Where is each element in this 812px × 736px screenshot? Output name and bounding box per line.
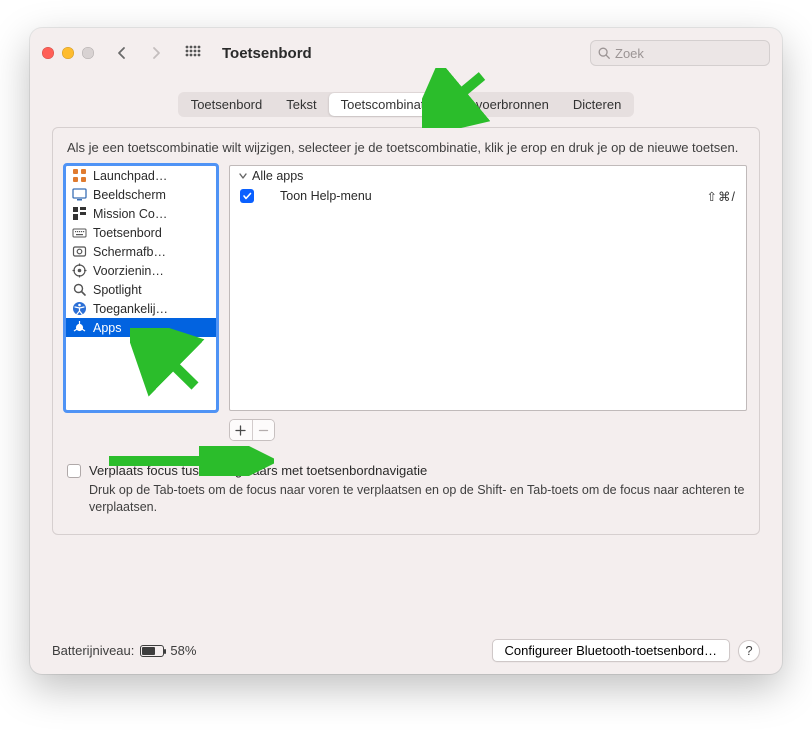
window-controls	[42, 47, 94, 59]
display-icon	[72, 187, 87, 202]
shortcut-row[interactable]: Toon Help-menu ⇧⌘/	[230, 186, 746, 206]
minimize-button[interactable]	[62, 47, 74, 59]
category-label: Beeldscherm	[93, 188, 166, 202]
instruction-text: Als je een toetscombinatie wilt wijzigen…	[67, 140, 745, 155]
category-toetsenbord[interactable]: Toetsenbord	[66, 223, 216, 242]
category-launchpad[interactable]: Launchpad…	[66, 166, 216, 185]
category-label: Toetsenbord	[93, 226, 162, 240]
category-mission-control[interactable]: Mission Co…	[66, 204, 216, 223]
keyboard-nav-label: Verplaats focus tussen regelaars met toe…	[89, 463, 427, 478]
shortcut-label: Toon Help-menu	[280, 189, 707, 203]
content: Toetsenbord Tekst Toetscombinaties Invoe…	[30, 92, 782, 551]
category-toegankelijkheid[interactable]: Toegankelij…	[66, 299, 216, 318]
window-title: Toetsenbord	[222, 45, 312, 62]
category-spotlight[interactable]: Spotlight	[66, 280, 216, 299]
close-button[interactable]	[42, 47, 54, 59]
battery-icon	[140, 645, 164, 657]
footer: Batterijniveau: 58% Configureer Bluetoot…	[52, 639, 760, 662]
toolbar: Toetsenbord	[30, 28, 782, 78]
category-apps[interactable]: Apps	[66, 318, 216, 337]
tab-toetsenbord[interactable]: Toetsenbord	[179, 93, 275, 116]
remove-button[interactable]	[252, 420, 274, 440]
keyboard-icon	[72, 225, 87, 240]
search-input[interactable]	[615, 46, 763, 61]
shortcut-group[interactable]: Alle apps	[230, 166, 746, 186]
zoom-button[interactable]	[82, 47, 94, 59]
tab-toetscombinaties[interactable]: Toetscombinaties	[329, 93, 453, 116]
accessibility-icon	[72, 301, 87, 316]
preferences-window: Toetsenbord Toetsenbord Tekst Toetscombi…	[30, 28, 782, 674]
category-label: Apps	[93, 321, 122, 335]
group-label: Alle apps	[252, 169, 303, 183]
keyboard-nav-checkbox[interactable]	[67, 464, 81, 478]
shortcut-keys: ⇧⌘/	[707, 189, 736, 204]
apps-icon	[72, 320, 87, 335]
help-button[interactable]: ?	[738, 640, 760, 662]
category-label: Spotlight	[93, 283, 142, 297]
search-field[interactable]	[590, 40, 770, 66]
category-label: Mission Co…	[93, 207, 167, 221]
tab-dicteren[interactable]: Dicteren	[561, 93, 633, 116]
tabbar: Toetsenbord Tekst Toetscombinaties Invoe…	[178, 92, 635, 117]
category-voorzieningen[interactable]: Voorzienin…	[66, 261, 216, 280]
launchpad-icon	[72, 168, 87, 183]
category-label: Toegankelij…	[93, 302, 168, 316]
category-label: Schermafb…	[93, 245, 166, 259]
chevron-down-icon	[238, 171, 248, 181]
tab-tekst[interactable]: Tekst	[274, 93, 328, 116]
show-all-icon[interactable]	[182, 42, 204, 64]
tab-invoerbronnen[interactable]: Invoerbronnen	[453, 93, 561, 116]
search-icon	[597, 46, 611, 60]
shortcut-list[interactable]: Alle apps Toon Help-menu ⇧⌘/	[229, 165, 747, 411]
shortcut-enabled-checkbox[interactable]	[240, 189, 254, 203]
category-list[interactable]: Launchpad… Beeldscherm Mission Co… Toets…	[65, 165, 217, 411]
add-remove-group	[229, 419, 275, 441]
category-label: Launchpad…	[93, 169, 167, 183]
mission-icon	[72, 206, 87, 221]
keyboard-nav-hint: Druk op de Tab-toets om de focus naar vo…	[89, 482, 745, 516]
category-beeldscherm[interactable]: Beeldscherm	[66, 185, 216, 204]
services-icon	[72, 263, 87, 278]
back-button[interactable]	[110, 41, 134, 65]
category-label: Voorzienin…	[93, 264, 164, 278]
category-schermafbeelding[interactable]: Schermafb…	[66, 242, 216, 261]
add-button[interactable]	[230, 420, 252, 440]
battery-percent: 58%	[170, 643, 196, 658]
spotlight-icon	[72, 282, 87, 297]
battery-label: Batterijniveau:	[52, 643, 134, 658]
forward-button[interactable]	[144, 41, 168, 65]
battery-indicator: Batterijniveau: 58%	[52, 643, 196, 658]
shortcuts-panel: Als je een toetscombinatie wilt wijzigen…	[52, 127, 760, 535]
screenshot-icon	[72, 244, 87, 259]
configure-bluetooth-button[interactable]: Configureer Bluetooth-toetsenbord…	[492, 639, 730, 662]
